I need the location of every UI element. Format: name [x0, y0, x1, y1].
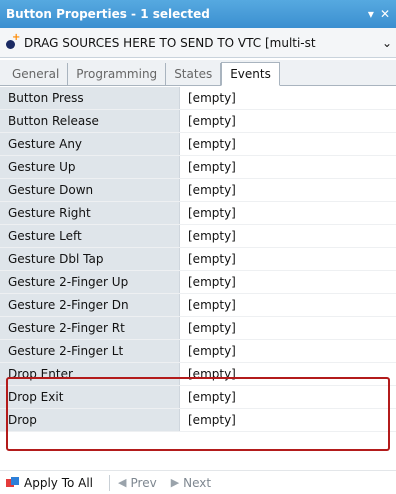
event-row[interactable]: Gesture 2-Finger Rt [empty]: [0, 317, 396, 340]
prev-button[interactable]: ◀ Prev: [118, 476, 157, 490]
arrow-right-icon: ▶: [170, 476, 180, 489]
event-name: Button Release: [0, 110, 180, 132]
event-value[interactable]: [empty]: [180, 225, 396, 247]
event-row[interactable]: Gesture Dbl Tap [empty]: [0, 248, 396, 271]
event-value[interactable]: [empty]: [180, 386, 396, 408]
event-value[interactable]: [empty]: [180, 133, 396, 155]
divider: [109, 474, 111, 491]
event-row[interactable]: Gesture 2-Finger Lt [empty]: [0, 340, 396, 363]
event-value[interactable]: [empty]: [180, 317, 396, 339]
event-value[interactable]: [empty]: [180, 409, 396, 431]
event-row[interactable]: Gesture Any [empty]: [0, 133, 396, 156]
event-name: Gesture 2-Finger Lt: [0, 340, 180, 362]
event-name: Drop Exit: [0, 386, 180, 408]
event-row[interactable]: Drop [empty]: [0, 409, 396, 432]
event-value[interactable]: [empty]: [180, 179, 396, 201]
apply-to-all-button[interactable]: Apply To All: [24, 476, 93, 490]
next-button[interactable]: ▶ Next: [171, 476, 211, 490]
event-name: Gesture 2-Finger Up: [0, 271, 180, 293]
prev-label: Prev: [130, 475, 157, 490]
tab-events[interactable]: Events: [221, 62, 280, 86]
event-value[interactable]: [empty]: [180, 156, 396, 178]
source-label: DRAG SOURCES HERE TO SEND TO VTC [multi-…: [24, 35, 316, 50]
event-name: Gesture 2-Finger Rt: [0, 317, 180, 339]
event-name: Gesture Left: [0, 225, 180, 247]
event-value[interactable]: [empty]: [180, 340, 396, 362]
add-source-icon: +: [6, 32, 20, 49]
event-row[interactable]: Gesture 2-Finger Dn [empty]: [0, 294, 396, 317]
event-name: Button Press: [0, 87, 180, 109]
events-property-grid: Button Press [empty] Button Release [emp…: [0, 87, 396, 432]
event-name: Gesture Any: [0, 133, 180, 155]
tab-bar: General Programming States Events: [0, 60, 396, 86]
event-row[interactable]: Drop Exit [empty]: [0, 386, 396, 409]
source-dropdown[interactable]: + DRAG SOURCES HERE TO SEND TO VTC [mult…: [0, 28, 396, 58]
event-name: Gesture Down: [0, 179, 180, 201]
event-name: Drop Enter: [0, 363, 180, 385]
apply-to-all-icon: [6, 476, 20, 489]
event-name: Drop: [0, 409, 180, 431]
event-row[interactable]: Drop Enter [empty]: [0, 363, 396, 386]
window-title: Button Properties - 1 selected: [6, 7, 210, 21]
event-row[interactable]: Gesture Right [empty]: [0, 202, 396, 225]
event-value[interactable]: [empty]: [180, 271, 396, 293]
event-row[interactable]: Gesture Up [empty]: [0, 156, 396, 179]
event-value[interactable]: [empty]: [180, 110, 396, 132]
chevron-down-icon[interactable]: ⌄: [378, 36, 396, 50]
tab-states[interactable]: States: [166, 63, 222, 85]
event-value[interactable]: [empty]: [180, 363, 396, 385]
event-value[interactable]: [empty]: [180, 87, 396, 109]
event-name: Gesture 2-Finger Dn: [0, 294, 180, 316]
event-value[interactable]: [empty]: [180, 248, 396, 270]
event-name: Gesture Dbl Tap: [0, 248, 180, 270]
pin-dropdown-icon[interactable]: ▾: [368, 7, 374, 21]
event-row[interactable]: Button Press [empty]: [0, 87, 396, 110]
event-value[interactable]: [empty]: [180, 294, 396, 316]
tab-programming[interactable]: Programming: [68, 63, 167, 85]
event-row[interactable]: Gesture Left [empty]: [0, 225, 396, 248]
event-row[interactable]: Gesture Down [empty]: [0, 179, 396, 202]
event-name: Gesture Right: [0, 202, 180, 224]
title-bar: Button Properties - 1 selected ▾ ✕: [0, 0, 396, 28]
event-row[interactable]: Gesture 2-Finger Up [empty]: [0, 271, 396, 294]
event-name: Gesture Up: [0, 156, 180, 178]
event-row[interactable]: Button Release [empty]: [0, 110, 396, 133]
event-value[interactable]: [empty]: [180, 202, 396, 224]
close-icon[interactable]: ✕: [380, 7, 390, 21]
footer-toolbar: Apply To All ◀ Prev ▶ Next: [0, 470, 396, 494]
tab-general[interactable]: General: [4, 63, 69, 85]
next-label: Next: [183, 475, 212, 490]
arrow-left-icon: ◀: [118, 476, 127, 489]
